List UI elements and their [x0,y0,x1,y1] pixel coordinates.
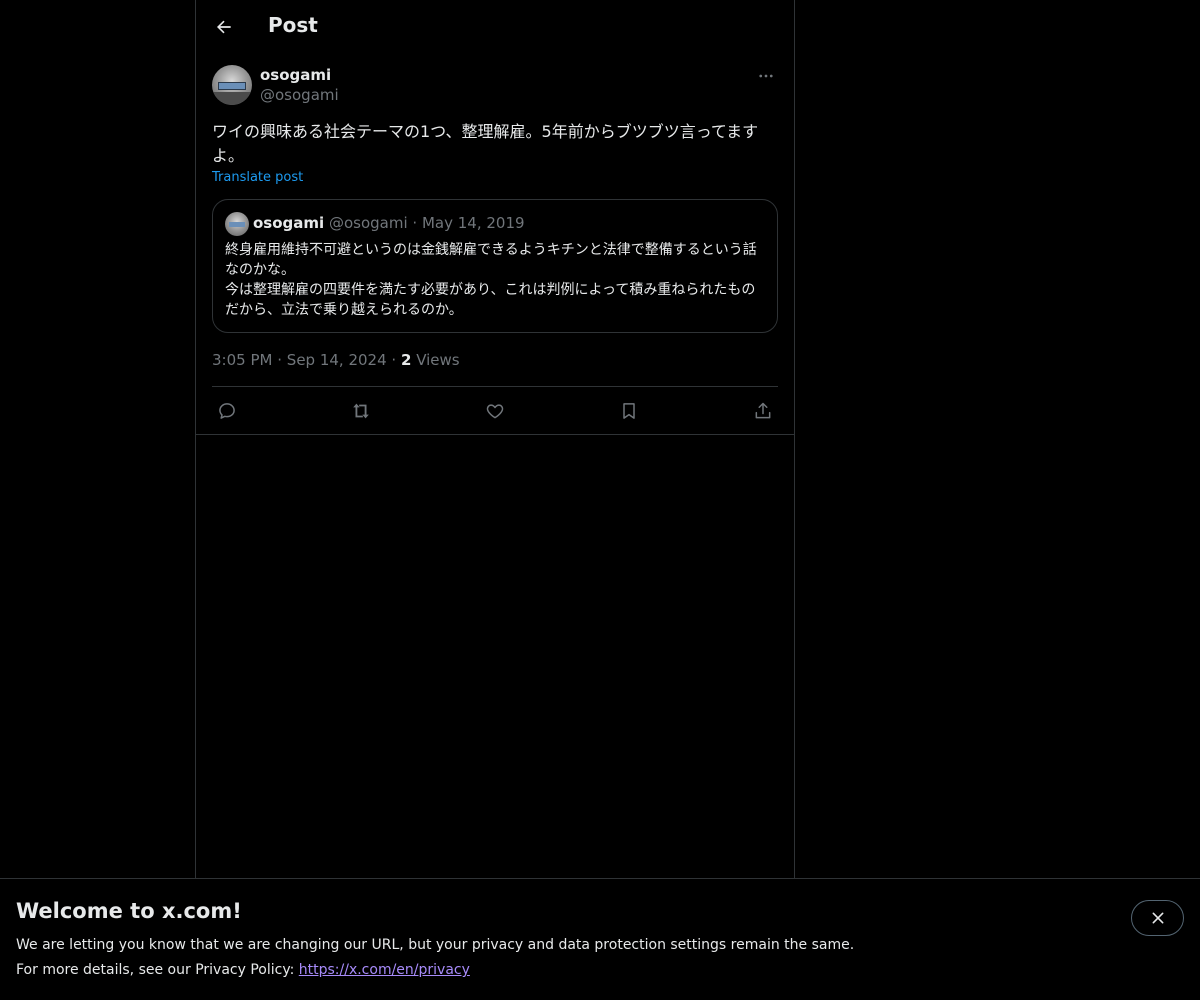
more-options-button[interactable] [754,64,778,88]
quoted-meta: osogami @osogami · May 14, 2019 [253,214,525,232]
bookmark-icon [623,403,635,419]
banner-title: Welcome to x.com! [16,899,242,923]
post-time[interactable]: 3:05 PM [212,351,272,369]
post-text: ワイの興味ある社会テーマの1つ、整理解雇。5年前からブツブツ言ってますよ。 [212,122,759,165]
page-header: Post [196,0,794,54]
translate-post-link[interactable]: Translate post [212,170,303,185]
post-meta: 3:05 PM · Sep 14, 2024 · 2 Views [212,351,460,369]
quoted-author-name: osogami [253,214,325,232]
quoted-separator: · [412,214,418,232]
page-title: Post [268,13,318,37]
action-bar [212,387,778,435]
quoted-author-handle: @osogami [328,214,408,232]
main-column: Post osogami @osogami ワイの興味ある社会テーマの1つ、整理… [195,0,795,878]
quoted-post[interactable]: osogami @osogami · May 14, 2019 終身雇用維持不可… [212,199,778,333]
banner-privacy-prefix: For more details, see our Privacy Policy… [16,962,299,978]
like-icon [486,404,504,419]
privacy-policy-link[interactable]: https://x.com/en/privacy [299,962,470,978]
close-icon [1152,912,1163,924]
quoted-text: 終身雇用維持不可避というのは金銭解雇できるようキチンと法律で整備するという話なの… [225,242,757,318]
avatar[interactable] [212,65,252,105]
divider [196,434,794,435]
repost-icon [353,403,369,419]
quoted-avatar [225,212,249,236]
close-banner-button[interactable] [1131,900,1184,936]
views-label: Views [416,351,460,369]
back-button[interactable] [208,11,240,43]
more-horizontal-icon [759,74,773,78]
bookmark-button[interactable] [618,400,640,422]
url-change-banner: Welcome to x.com! We are letting you kno… [0,878,1200,1000]
meta-separator: · [391,351,397,369]
views-count: 2 [400,351,412,369]
share-button[interactable] [752,400,774,422]
like-button[interactable] [484,400,506,422]
banner-message: We are letting you know that we are chan… [16,937,855,953]
share-icon [755,402,771,419]
repost-button[interactable] [350,400,372,422]
quoted-date: May 14, 2019 [421,214,525,232]
reply-button[interactable] [216,400,238,422]
author-name[interactable]: osogami [260,66,331,84]
post-date[interactable]: Sep 14, 2024 [287,351,387,369]
author-handle[interactable]: @osogami [260,86,339,104]
meta-separator: · [277,351,283,369]
reply-icon [219,403,235,419]
arrow-left-icon [217,20,231,34]
banner-privacy-line: For more details, see our Privacy Policy… [16,962,470,978]
